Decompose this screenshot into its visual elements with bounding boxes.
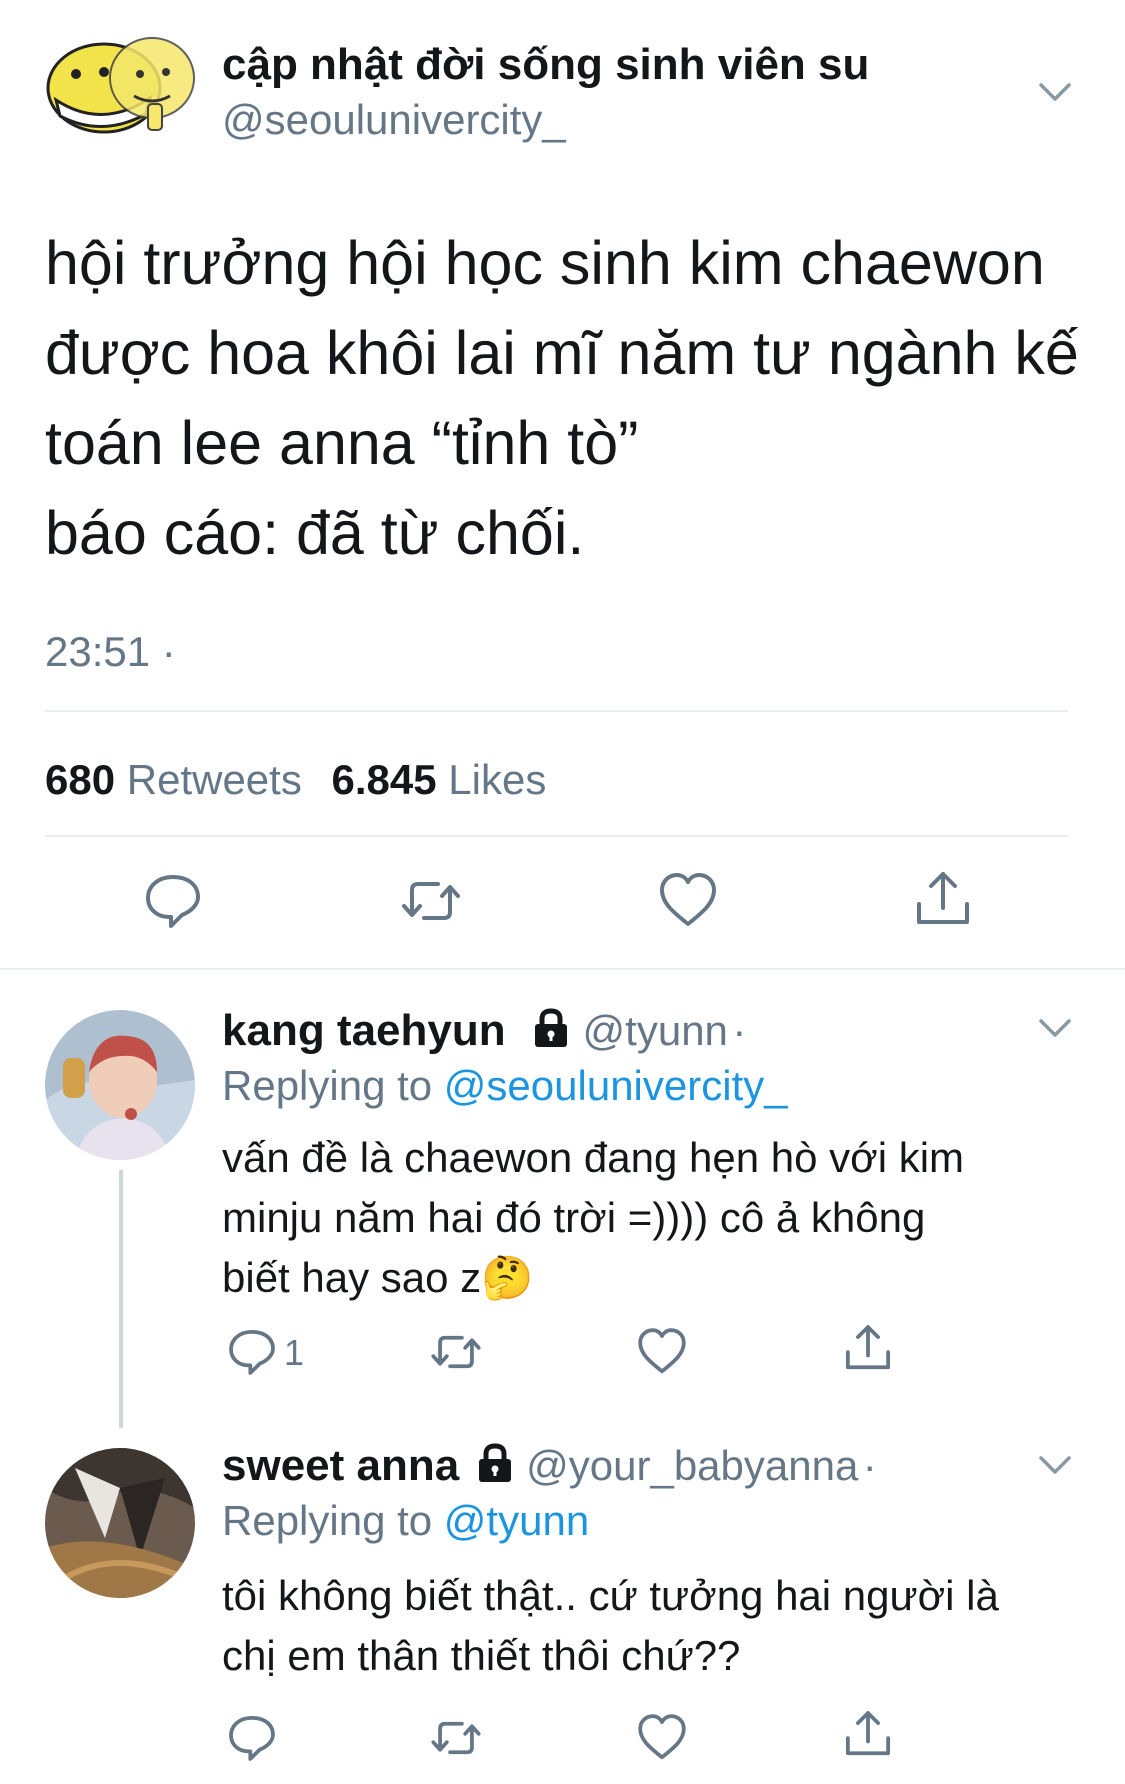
reply-display-name[interactable]: sweet anna bbox=[222, 1441, 459, 1490]
main-avatar[interactable] bbox=[42, 26, 202, 146]
reply-text-line: tôi không biết thật.. cứ tưởng hai người… bbox=[222, 1572, 999, 1619]
tweet-timestamp[interactable]: 23:51 · bbox=[45, 628, 176, 676]
profile-photo-icon bbox=[45, 1448, 195, 1598]
tweet-text-line: được hoa khôi lai mĩ năm tư ngành kế bbox=[45, 319, 1079, 387]
retweet-icon[interactable] bbox=[430, 1326, 482, 1378]
replying-to: Replying to @tyunn bbox=[222, 1497, 589, 1545]
reply-text: vấn đề là chaewon đang hẹn hò với kim mi… bbox=[222, 1128, 1102, 1308]
replying-to: Replying to @seoulunivercity_ bbox=[222, 1062, 788, 1110]
reply-text-line: chị em thân thiết thôi chứ?? bbox=[222, 1632, 741, 1679]
chevron-down-icon[interactable] bbox=[1035, 72, 1075, 112]
retweets-count[interactable]: 680 bbox=[45, 756, 115, 803]
likes-count[interactable]: 6.845 bbox=[332, 756, 437, 803]
reply-avatar[interactable] bbox=[45, 1448, 195, 1598]
section-divider bbox=[0, 968, 1125, 970]
reply-text: tôi không biết thật.. cứ tưởng hai người… bbox=[222, 1566, 1112, 1686]
reply-icon[interactable] bbox=[226, 1326, 278, 1378]
replying-to-label: Replying to bbox=[222, 1062, 433, 1109]
reply-display-name[interactable]: kang taehyun bbox=[222, 1006, 506, 1055]
main-handle[interactable]: @seoulunivercity_ bbox=[222, 96, 566, 144]
tweet-text-line: báo cáo: đã từ chối. bbox=[45, 499, 585, 567]
separator-dot: · bbox=[732, 1007, 747, 1054]
reply-text-line: vấn đề là chaewon đang hẹn hò với kim bbox=[222, 1134, 965, 1181]
retweet-icon[interactable] bbox=[400, 870, 462, 932]
share-icon[interactable] bbox=[842, 1708, 894, 1760]
retweets-label[interactable]: Retweets bbox=[127, 756, 302, 803]
reply-header: sweet anna @your_babyanna · bbox=[222, 1441, 877, 1491]
reply-count: 1 bbox=[284, 1332, 305, 1373]
replying-to-label: Replying to bbox=[222, 1497, 433, 1544]
main-display-name[interactable]: cập nhật đời sống sinh viên su bbox=[222, 40, 869, 90]
reply-text-line: minju năm hai đó trời =)))) cô ả không bbox=[222, 1194, 926, 1241]
likes-label[interactable]: Likes bbox=[448, 756, 546, 803]
heart-icon[interactable] bbox=[657, 870, 719, 932]
heart-icon[interactable] bbox=[636, 1326, 688, 1378]
divider bbox=[45, 835, 1068, 837]
tweet-text-line: toán lee anna “tỉnh tò” bbox=[45, 409, 639, 477]
reply-avatar[interactable] bbox=[45, 1010, 195, 1160]
replying-to-handle[interactable]: @seoulunivercity_ bbox=[444, 1062, 788, 1109]
cartoon-face-icon bbox=[46, 37, 195, 134]
reply-text-line: biết hay sao z🤔 bbox=[222, 1254, 534, 1301]
lock-icon bbox=[478, 1443, 511, 1482]
reply-icon[interactable] bbox=[142, 870, 204, 932]
thread-line bbox=[119, 1170, 123, 1428]
heart-icon[interactable] bbox=[636, 1712, 688, 1764]
tweet-text: hội trưởng hội học sinh kim chaewon được… bbox=[45, 218, 1085, 578]
reply-header: kang taehyun @tyunn · bbox=[222, 1006, 746, 1056]
share-icon[interactable] bbox=[842, 1322, 894, 1374]
chevron-down-icon[interactable] bbox=[1035, 1008, 1075, 1048]
chevron-down-icon[interactable] bbox=[1035, 1445, 1075, 1485]
replying-to-handle[interactable]: @tyunn bbox=[444, 1497, 589, 1544]
divider bbox=[45, 710, 1068, 712]
retweet-icon[interactable] bbox=[430, 1712, 482, 1764]
separator-dot: · bbox=[862, 1442, 877, 1489]
lock-icon bbox=[535, 1008, 568, 1047]
reply-icon[interactable] bbox=[226, 1712, 278, 1764]
tweet-stats: 680 Retweets 6.845 Likes bbox=[45, 756, 564, 804]
reply-handle[interactable]: @tyunn bbox=[583, 1007, 728, 1054]
tweet-text-line: hội trưởng hội học sinh kim chaewon bbox=[45, 229, 1045, 297]
profile-photo-icon bbox=[45, 1010, 195, 1160]
reply-handle[interactable]: @your_babyanna bbox=[526, 1442, 858, 1489]
share-icon[interactable] bbox=[912, 868, 974, 930]
